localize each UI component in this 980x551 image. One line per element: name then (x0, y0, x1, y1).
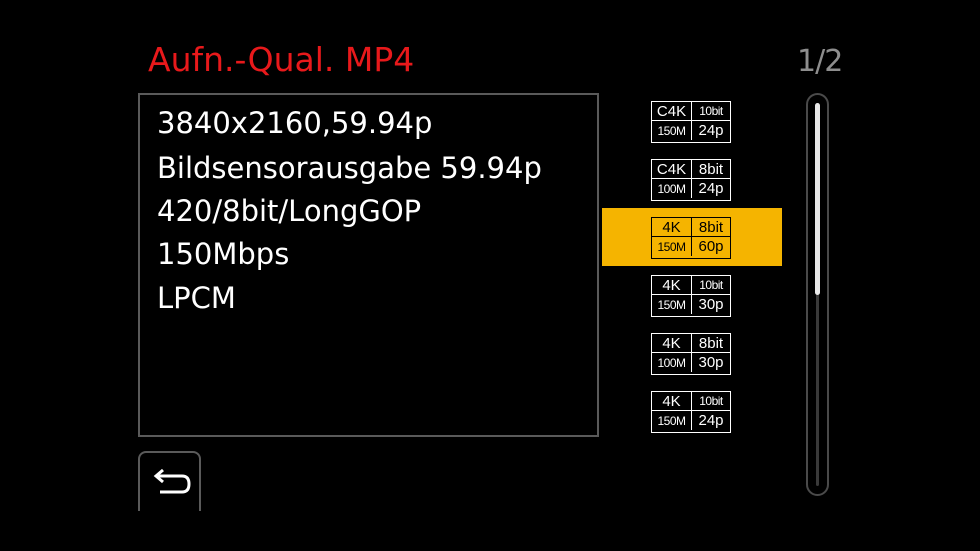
badge-resolution: 4K (652, 276, 692, 295)
badge-bit-depth: 8bit (692, 334, 730, 353)
badge-bit-depth: 10bit (692, 392, 730, 411)
badge-bit-depth: 10bit (692, 102, 730, 121)
badge-frame-rate: 60p (698, 238, 724, 255)
badge-frame-rate: 24p (698, 412, 724, 429)
badge-frame-rate: 24p (698, 180, 724, 197)
badge-resolution: 4K (652, 218, 692, 237)
badge-frame-rate: 30p (698, 354, 724, 371)
quality-option[interactable]: 4K 10bit 150M 24p (602, 382, 782, 440)
return-arrow-icon (153, 468, 191, 494)
badge-bitrate: 150M (652, 411, 692, 430)
detail-bitrate: 150Mbps (157, 237, 290, 271)
back-button[interactable] (138, 451, 201, 511)
badge-bitrate: 100M (652, 353, 692, 372)
detail-sampling-bitdepth: 420/8bit/LongGOP (157, 194, 422, 228)
quality-badge: C4K 8bit 100M 24p (651, 159, 731, 201)
badge-resolution: C4K (652, 160, 692, 179)
badge-bit-depth: 8bit (692, 160, 730, 179)
badge-bitrate: 100M (652, 179, 692, 198)
menu-title: Aufn.-Qual. MP4 (148, 40, 415, 79)
badge-frame-rate: 30p (698, 296, 724, 313)
detail-resolution-framerate: 3840x2160,59.94p (157, 106, 433, 140)
quality-option[interactable]: 4K 8bit 100M 30p (602, 324, 782, 382)
badge-bitrate: 150M (652, 295, 692, 314)
badge-bitrate: 150M (652, 121, 692, 140)
quality-badge: 4K 8bit 100M 30p (651, 333, 731, 375)
quality-badge: 4K 10bit 150M 24p (651, 391, 731, 433)
badge-resolution: C4K (652, 102, 692, 121)
quality-badge: 4K 10bit 150M 30p (651, 275, 731, 317)
detail-audio: LPCM (157, 281, 236, 315)
badge-frame-rate: 24p (698, 122, 724, 139)
badge-bit-depth: 8bit (692, 218, 730, 237)
page-indicator: 1/2 (797, 44, 843, 79)
quality-badge: C4K 10bit 150M 24p (651, 101, 731, 143)
quality-option[interactable]: C4K 10bit 150M 24p (602, 92, 782, 150)
quality-option-selected[interactable]: 4K 8bit 150M 60p (602, 208, 782, 266)
quality-details-panel: 3840x2160,59.94p Bildsensorausgabe 59.94… (138, 93, 599, 437)
badge-resolution: 4K (652, 334, 692, 353)
quality-badge: 4K 8bit 150M 60p (651, 217, 731, 259)
quality-option[interactable]: 4K 10bit 150M 30p (602, 266, 782, 324)
badge-bitrate: 150M (652, 237, 692, 256)
scrollbar-thumb[interactable] (815, 103, 820, 295)
scrollbar[interactable] (806, 93, 829, 496)
badge-resolution: 4K (652, 392, 692, 411)
quality-option[interactable]: C4K 8bit 100M 24p (602, 150, 782, 208)
detail-sensor-output: Bildsensorausgabe 59.94p (157, 151, 542, 185)
badge-bit-depth: 10bit (692, 276, 730, 295)
